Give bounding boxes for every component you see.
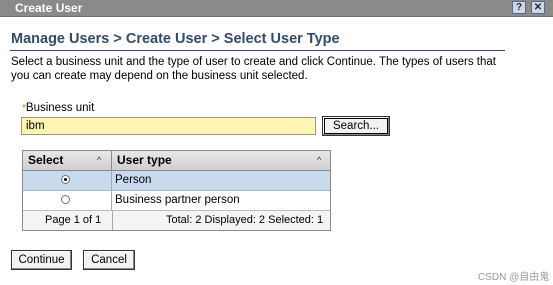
radio-button-selected[interactable] [61, 175, 70, 184]
watermark: CSDN @自由鬼 [478, 272, 550, 283]
page-title: Manage Users > Create User > Select User… [11, 31, 340, 47]
user-type-cell: Business partner person [115, 194, 240, 206]
user-type-table: Select ^ User type ^ Person Business par… [22, 150, 331, 231]
table-stats: Total: 2 Displayed: 2 Selected: 1 [166, 214, 324, 226]
sort-icon[interactable]: ^ [317, 151, 321, 170]
select-cell [23, 171, 112, 190]
column-header-select-label: Select [28, 153, 64, 167]
page-info: Page 1 of 1 [45, 214, 102, 226]
business-unit-label: *Business unit [22, 102, 94, 114]
footer-divider [112, 211, 113, 230]
business-unit-label-text: Business unit [25, 102, 95, 114]
title-bar: Create User ? ✕ [0, 0, 553, 17]
table-footer: Page 1 of 1 Total: 2 Displayed: 2 Select… [23, 211, 330, 230]
business-unit-input[interactable] [21, 117, 316, 135]
radio-button[interactable] [61, 195, 70, 204]
heading-divider [10, 50, 505, 51]
table-row[interactable]: Person [23, 171, 330, 191]
column-header-select[interactable]: Select ^ [23, 151, 112, 171]
continue-button[interactable]: Continue [11, 250, 72, 270]
select-cell [23, 191, 112, 210]
cancel-button[interactable]: Cancel [83, 250, 135, 270]
table-row[interactable]: Business partner person [23, 191, 330, 211]
user-type-cell: Person [115, 174, 152, 186]
search-button[interactable]: Search... [322, 116, 390, 136]
page-description: Select a business unit and the type of u… [11, 56, 496, 82]
column-header-user-type[interactable]: User type ^ [112, 151, 330, 171]
window-title: Create User [15, 1, 83, 15]
column-header-user-type-label: User type [117, 153, 172, 167]
close-icon[interactable]: ✕ [531, 1, 545, 14]
sort-icon[interactable]: ^ [97, 151, 101, 170]
help-icon[interactable]: ? [512, 1, 526, 14]
